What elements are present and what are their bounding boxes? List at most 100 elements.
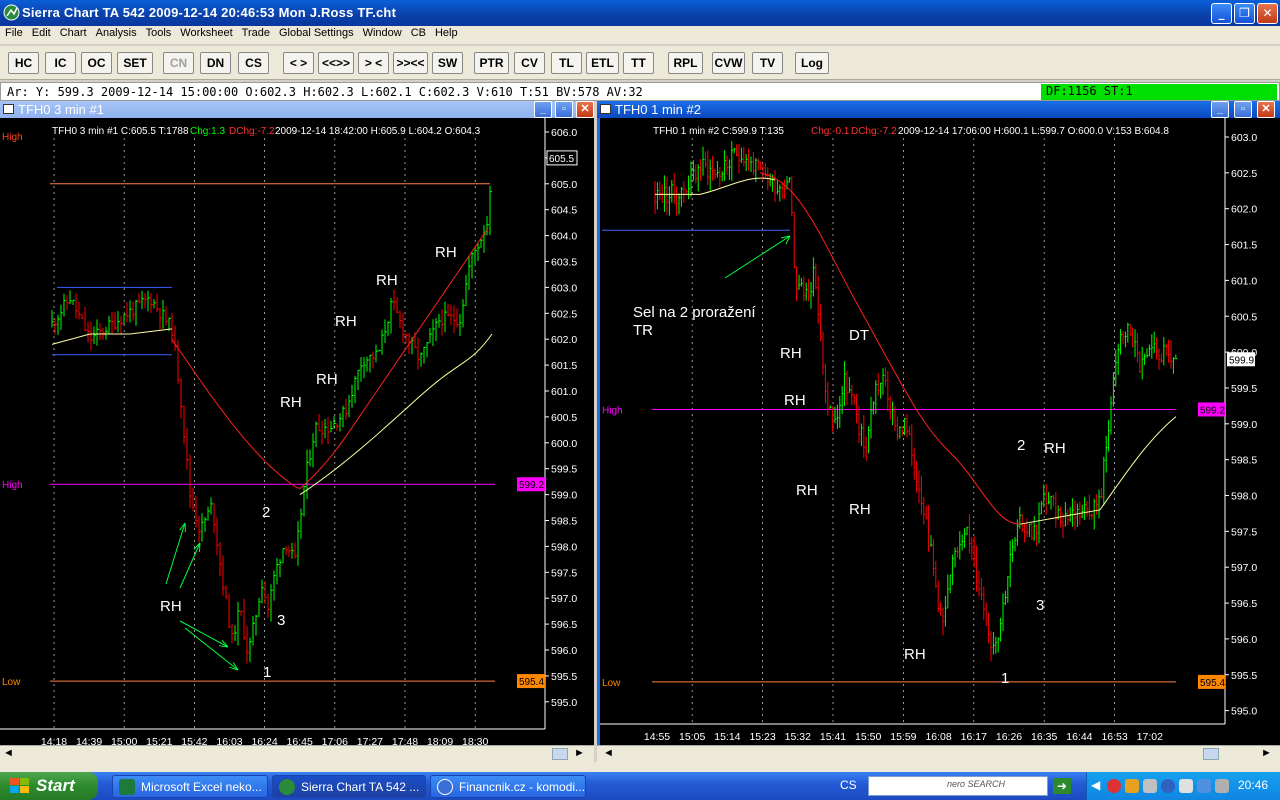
browser-icon [437,779,453,795]
toolbar-button-[interactable]: <<>> [318,52,354,74]
chart1-area[interactable]: TFH0 3 min #1 C:605.5 T:1788 Chg:1.3 DChg:… [0,118,594,745]
toolbar-button-[interactable]: < > [283,52,314,74]
sierra-chart-app-icon [3,4,20,21]
tray-app-icon[interactable] [1107,779,1121,793]
toolbar-button-oc[interactable]: OC [81,52,112,74]
menu-help[interactable]: Help [430,26,462,39]
x-tick-label: 18:30 [462,736,488,745]
chart2-window-title: TFH0 1 min #2 [615,102,701,117]
menu-file[interactable]: File [0,26,27,39]
menu-window[interactable]: Window [358,26,406,39]
y-tick-label: 596.0 [1231,634,1257,646]
toolbar-button-rpl[interactable]: RPL [668,52,703,74]
taskbar-item-sierra-chart[interactable]: Sierra Chart TA 542 ... [272,775,426,798]
toolbar-button-tv[interactable]: TV [752,52,783,74]
x-tick-label: 15:32 [785,731,811,743]
network-icon[interactable] [1143,779,1157,793]
y-tick-label: 595.0 [551,697,577,709]
go-arrow-icon[interactable]: ➜ [1053,778,1071,794]
language-indicator[interactable]: CS [840,778,857,792]
x-tick-label: 15:59 [890,731,916,743]
x-tick-label: 15:23 [749,731,775,743]
toolbar-button-[interactable]: > < [358,52,389,74]
toolbar-button-ptr[interactable]: PTR [474,52,509,74]
chart2-minimize-button[interactable]: _ [1211,101,1229,118]
chart1-close-button[interactable]: ✕ [576,101,594,118]
chart-annotation: 1 [1001,670,1009,687]
toolbar-button-dn[interactable]: DN [200,52,231,74]
chart1-maximize-button[interactable]: ▫ [555,101,573,118]
toolbar-button-etl[interactable]: ETL [586,52,619,74]
x-tick-label: 17:02 [1137,731,1163,743]
chart2-close-button[interactable]: ✕ [1257,101,1275,118]
chart-annotation: 2 [262,504,270,521]
window-title: Sierra Chart TA 542 2009-12-14 20:46:53 … [22,5,397,20]
start-button[interactable]: Start [0,772,98,800]
chart-annotation: 1 [263,664,271,681]
last-price-tag: 605.5 [549,154,574,165]
chart-annotation: RH [160,598,182,615]
chart2-title-bar[interactable]: TFH0 1 min #2 _ ▫ ✕ [597,101,1280,118]
chart1-minimize-button[interactable]: _ [534,101,552,118]
chart2-scrollbar[interactable]: ◄ ► [597,745,1280,762]
toolbar-button-[interactable]: >><< [393,52,428,74]
y-tick-label: 601.0 [551,386,577,398]
toolbar-button-cvw[interactable]: CVW [712,52,745,74]
maximize-button[interactable]: ❐ [1234,3,1255,24]
nero-search-label: nero SEARCH [947,779,1006,789]
chart-annotation: 2 [1017,437,1025,454]
taskbar-item-excel[interactable]: Microsoft Excel neko... [112,775,268,798]
high-tag: 599.2 [519,480,544,491]
toolbar-button-cv[interactable]: CV [514,52,545,74]
toolbar-button-cn[interactable]: CN [163,52,194,74]
y-tick-label: 596.0 [551,645,577,657]
chart1-title-bar[interactable]: TFH0 3 min #1 _ ▫ ✕ [0,101,594,118]
chart2-plot[interactable]: TFH0 1 min #2 C:599.9 T:135 Chg:-0.1 DChg:… [600,118,1280,745]
menu-trade[interactable]: Trade [237,26,274,39]
chart2-area[interactable]: TFH0 1 min #2 C:599.9 T:135 Chg:-0.1 DChg:… [597,118,1280,745]
menu-analysis[interactable]: Analysis [91,26,141,39]
chart1-plot[interactable]: TFH0 3 min #1 C:605.5 T:1788 Chg:1.3 DChg:… [0,118,594,745]
chart-header-text: DChg:-7.2 [229,126,275,137]
toolbar-button-log[interactable]: Log [795,52,829,74]
menu-worksheet[interactable]: Worksheet [175,26,236,39]
tray-app-icon[interactable] [1125,779,1139,793]
low-tag: 595.4 [519,677,544,688]
taskbar-item-financnik[interactable]: Financnik.cz - komodi... [430,775,586,798]
moving-average-fast-upper [1019,416,1177,525]
tray-app-icon[interactable] [1197,779,1211,793]
x-tick-label: 16:24 [251,736,277,745]
y-tick-label: 596.5 [551,619,577,631]
menu-edit[interactable]: Edit [27,26,55,39]
toolbar-button-sw[interactable]: SW [432,52,463,74]
menu-global-settings[interactable]: Global Settings [274,26,358,39]
toolbar-button-cs[interactable]: CS [238,52,269,74]
y-tick-label: 595.5 [1231,670,1257,682]
tray-expand-icon[interactable]: ◀ [1091,778,1100,792]
menu-chart[interactable]: Chart [55,26,91,39]
y-tick-label: 603.0 [1231,132,1257,144]
y-tick-label: 597.0 [1231,562,1257,574]
clock[interactable]: 20:46 [1238,778,1268,792]
x-tick-label: 17:06 [322,736,348,745]
toolbar-button-ic[interactable]: IC [45,52,76,74]
tray-app-icon[interactable] [1215,779,1229,793]
menu-cb[interactable]: CB [406,26,430,39]
chart-header-text: 2009-12-14 17:06:00 H:600.1 L:599.7 O:60… [898,126,1169,137]
windows-logo-icon [10,778,29,793]
toolbar-button-set[interactable]: SET [117,52,153,74]
minimize-button[interactable]: _ [1211,3,1232,24]
y-tick-label: 602.0 [1231,204,1257,216]
chart2-maximize-button[interactable]: ▫ [1234,101,1252,118]
nero-search-box[interactable]: nero SEARCH [868,776,1048,796]
toolbar-button-hc[interactable]: HC [8,52,39,74]
volume-icon[interactable] [1179,779,1193,793]
x-tick-label: 14:39 [76,736,102,745]
menu-tools[interactable]: Tools [141,26,176,39]
bluetooth-icon[interactable] [1161,779,1175,793]
chart1-scrollbar[interactable]: ◄ ► [0,745,594,762]
toolbar-button-tl[interactable]: TL [551,52,582,74]
x-tick-label: 18:09 [427,736,453,745]
toolbar-button-tt[interactable]: TT [623,52,654,74]
close-button[interactable]: ✕ [1257,3,1278,24]
